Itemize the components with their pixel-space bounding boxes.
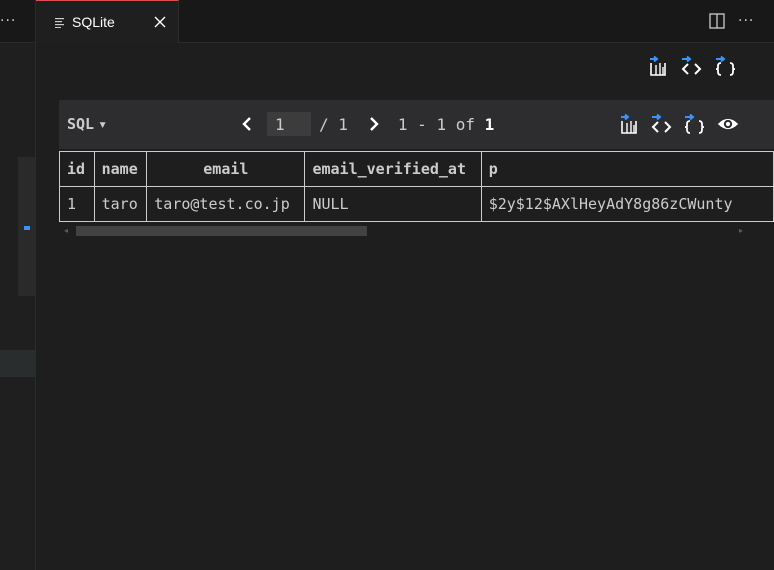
column-header-id[interactable]: id <box>59 151 95 187</box>
export-json-icon[interactable] <box>714 53 738 79</box>
row-range-text: 1 - 1 of <box>397 114 475 134</box>
sql-mode-toggle[interactable]: SQL ▾ <box>67 114 107 134</box>
page-total: / 1 <box>319 114 348 134</box>
cell-name[interactable]: taro <box>93 186 148 222</box>
close-icon[interactable] <box>150 12 170 32</box>
export-actions <box>646 53 738 79</box>
tab-sqlite[interactable]: SQLite <box>36 0 179 43</box>
scroll-left-arrow-icon[interactable]: ◂ <box>64 226 68 235</box>
result-pane: SQL ▾ / 1 1 - 1 of 1 <box>59 100 774 240</box>
left-tab-bar: ··· <box>0 0 35 43</box>
list-icon <box>54 16 66 28</box>
left-highlighted-row <box>0 350 35 377</box>
page-number-input[interactable] <box>267 112 311 136</box>
editor-group: SQLite ··· SQL ▾ 1 / 1 1 - 1 of 1 id nam… <box>36 0 774 570</box>
cell-id[interactable]: 1 <box>59 186 95 222</box>
column-header-email-verified-at[interactable]: email_verified_at <box>304 151 482 187</box>
tab-bar: SQLite ··· <box>36 0 774 43</box>
export-csv-icon[interactable] <box>646 53 670 79</box>
scrollbar-thumb[interactable] <box>76 226 367 236</box>
column-header-email[interactable]: email <box>146 151 306 187</box>
results-table: id name email email_verified_at p 1 taro… <box>59 151 774 222</box>
result-toolbar: SQL ▾ / 1 1 - 1 of 1 <box>59 100 774 149</box>
scroll-marker <box>24 226 30 230</box>
eye-icon[interactable] <box>716 111 740 137</box>
more-actions-icon[interactable]: ··· <box>0 11 16 31</box>
export-html-icon[interactable] <box>680 53 704 79</box>
table-header-row: id name email email_verified_at p <box>59 151 774 187</box>
horizontal-scrollbar[interactable]: ◂ ▸ <box>59 224 749 236</box>
chevron-left-icon[interactable] <box>235 112 259 136</box>
more-actions-icon[interactable]: ··· <box>738 11 762 31</box>
table-row[interactable]: 1 taro taro@test.co.jp NULL $2y$12$AXlHe… <box>59 186 774 222</box>
pager: / 1 1 - 1 of 1 <box>235 112 494 136</box>
left-editor-group: ··· <box>0 0 36 570</box>
sql-mode-label: SQL <box>67 115 95 133</box>
cell-password[interactable]: $2y$12$AXlHeyAdY8g86zCWunty <box>480 186 774 222</box>
export-json-icon[interactable] <box>683 111 707 137</box>
left-editor-pane <box>0 68 35 570</box>
split-editor-icon[interactable] <box>709 13 725 29</box>
row-range: 1 - 1 of 1 <box>398 115 494 134</box>
row-total: 1 <box>484 114 495 134</box>
scroll-right-arrow-icon[interactable]: ▸ <box>739 226 743 235</box>
column-header-name[interactable]: name <box>93 151 148 187</box>
export-html-icon[interactable] <box>650 111 674 137</box>
column-header-password[interactable]: p <box>480 151 774 187</box>
tab-title: SQLite <box>72 14 115 30</box>
cell-email[interactable]: taro@test.co.jp <box>146 186 306 222</box>
chevron-right-icon[interactable] <box>362 112 386 136</box>
export-csv-icon[interactable] <box>617 111 641 137</box>
result-actions <box>617 111 740 137</box>
caret-down-icon: ▾ <box>98 115 108 133</box>
cell-email-verified-at[interactable]: NULL <box>304 186 482 222</box>
